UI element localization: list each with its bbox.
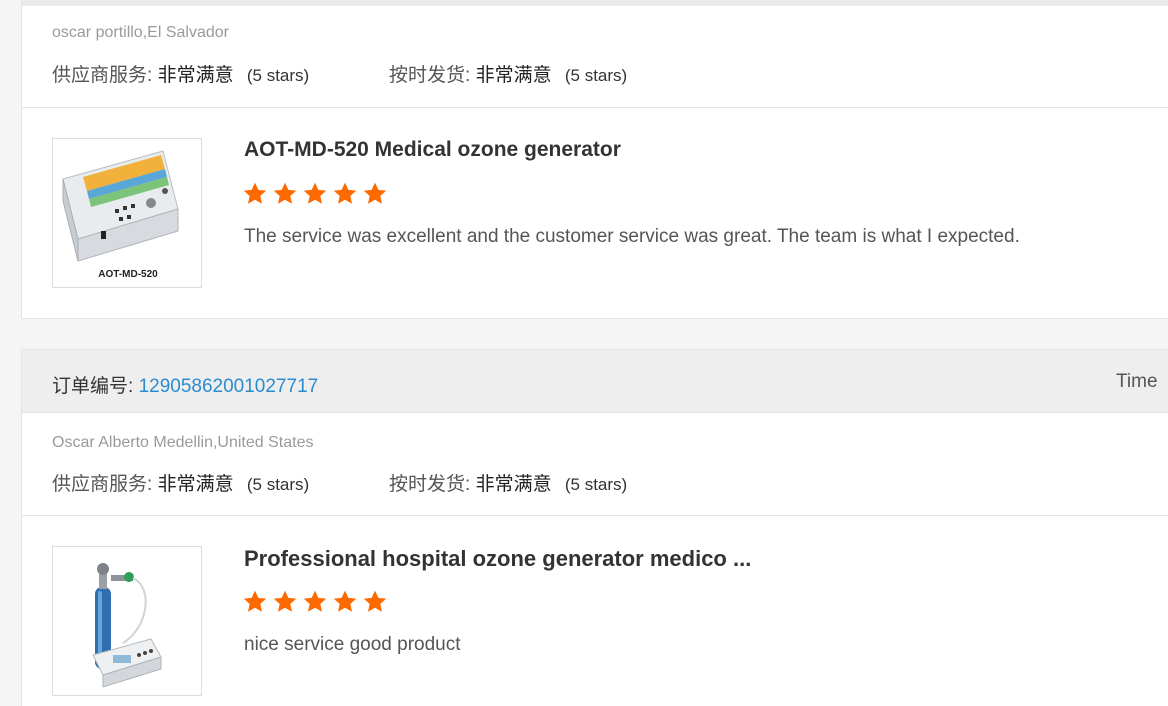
review-card: 订单编号: 12905862001027717 Time Oscar Alber… — [21, 349, 1168, 706]
on-time-label: 按时发货: — [389, 65, 471, 86]
supplier-service-stars: (5 stars) — [246, 475, 310, 494]
buyer-name: oscar portillo,El Salvador — [52, 24, 229, 41]
rating-row: 供应商服务: 非常满意 (5 stars) 按时发货: 非常满意 (5 star… — [52, 469, 627, 496]
supplier-service-stars: (5 stars) — [246, 66, 310, 85]
buyer-name: Oscar Alberto Medellin,United States — [52, 434, 314, 451]
star-icon — [333, 590, 357, 612]
supplier-service-value: 非常满意 — [157, 65, 234, 86]
review-text: The service was excellent and the custom… — [244, 226, 1020, 247]
ozone-generator-device-image — [62, 150, 179, 262]
star-icon — [273, 182, 297, 204]
order-label: 订单编号: 12905862001027717 — [52, 371, 318, 398]
order-label-text: 订单编号: — [52, 376, 134, 397]
product-image[interactable] — [52, 546, 202, 696]
product-image[interactable]: AOT-MD-520 — [52, 138, 202, 288]
order-time-label: Time — [1116, 371, 1158, 392]
star-icon — [363, 590, 387, 612]
supplier-service-label: 供应商服务: — [52, 65, 153, 86]
on-time-group: 按时发货: 非常满意 (5 stars) — [389, 469, 627, 496]
star-icon — [303, 182, 327, 204]
star-icon — [363, 182, 387, 204]
review-card: oscar portillo,El Salvador 供应商服务: 非常满意 (… — [21, 0, 1168, 319]
divider — [22, 107, 1168, 108]
star-rating — [242, 589, 388, 615]
star-rating — [242, 181, 388, 207]
on-time-stars: (5 stars) — [564, 66, 628, 85]
on-time-value: 非常满意 — [475, 474, 552, 495]
on-time-label: 按时发货: — [389, 474, 471, 495]
review-text: nice service good product — [244, 634, 461, 655]
star-icon — [243, 182, 267, 204]
star-icon — [243, 590, 267, 612]
order-header: 订单编号: 12905862001027717 Time — [22, 350, 1168, 413]
supplier-service-value: 非常满意 — [157, 474, 234, 495]
rating-row: 供应商服务: 非常满意 (5 stars) 按时发货: 非常满意 (5 star… — [52, 60, 627, 87]
on-time-stars: (5 stars) — [564, 475, 628, 494]
card-top-strip — [22, 0, 1168, 6]
supplier-service-label: 供应商服务: — [52, 474, 153, 495]
product-title[interactable]: Professional hospital ozone generator me… — [244, 546, 751, 572]
oxygen-cylinder-ozone-device-image — [92, 563, 162, 688]
on-time-value: 非常满意 — [475, 65, 552, 86]
star-icon — [333, 182, 357, 204]
star-icon — [303, 590, 327, 612]
order-number-link[interactable]: 12905862001027717 — [139, 376, 319, 397]
star-icon — [273, 590, 297, 612]
on-time-group: 按时发货: 非常满意 (5 stars) — [389, 60, 627, 87]
divider — [22, 515, 1168, 516]
product-image-caption: AOT-MD-520 — [98, 269, 158, 280]
product-title[interactable]: AOT-MD-520 Medical ozone generator — [244, 138, 621, 162]
